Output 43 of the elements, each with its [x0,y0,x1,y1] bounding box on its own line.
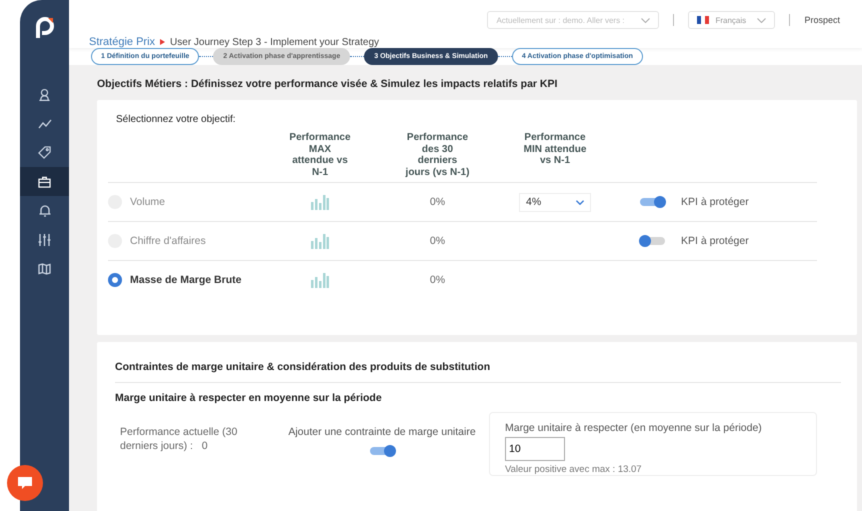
trend-line-icon [38,118,52,128]
sliders-icon [38,234,51,246]
chat-button[interactable] [7,465,43,501]
bell-icon [38,204,50,217]
subsection-title: Marge unitaire à respecter en moyenne sur la période [115,392,383,404]
prompt-text: Sélectionnez votre objectif: [116,114,237,125]
toggle-switch[interactable] [640,198,665,206]
toggle-switch[interactable] [370,447,394,455]
card-title: Contraintes de marge unitaire & considération des produits de substitution [115,361,841,383]
caret-right-icon [160,39,166,45]
table-cell-text: 0% [428,235,446,247]
breadcrumb-current: User Journey Step 3 - Implement your Strategy [170,36,380,48]
user-menu[interactable]: Prospect [804,15,840,25]
briefcase-icon [38,176,51,188]
column-header: Performance MIN attendue vs N-1 [523,132,587,166]
speech-bubble-icon [17,476,33,490]
breadcrumb-link[interactable]: Stratégie Prix [89,36,156,48]
toggle-switch[interactable] [640,237,665,245]
toggle-label: KPI à protéger [681,235,749,247]
percent-select[interactable]: 4% [519,192,591,212]
toggle-label: Ajouter une contrainte de marge unitaire [288,426,476,438]
flag-icon [697,16,710,24]
tag-icon [38,146,51,159]
objective-label: Masse de Marge Brute [130,274,242,286]
chevron-down-icon [641,18,650,22]
objective-label: Chiffre d'affaires [130,235,206,247]
field-hint: Valeur positive avec max : 13.07 [505,464,643,475]
chevron-down-icon [757,18,766,22]
column-header: Performance MAX attendue vs N-1 [288,132,352,178]
table-cell-text: 0% [428,196,446,208]
toggle-label: KPI à protéger [681,196,749,208]
objective-label: Volume [130,196,166,208]
table-cell-text: 0% [428,274,446,286]
section-title: Objectifs Métiers : Définissez votre performance visée & Simulez les impacts relatifs par KPI [97,78,558,90]
chevron-down-icon [576,200,584,204]
map-icon [38,262,51,274]
field-label: Marge unitaire à respecter (en moyenne sur la période) [505,422,763,434]
margin-input[interactable]: 10 [505,437,565,461]
column-header: Performance des 30 derniers jours (vs N-1) [406,132,470,178]
radio-button[interactable] [108,273,122,287]
user-icon [38,88,51,101]
performance-text: Performance actuelle (30 derniers jours) : 0 [120,426,238,454]
sidebar-item[interactable] [20,167,69,196]
